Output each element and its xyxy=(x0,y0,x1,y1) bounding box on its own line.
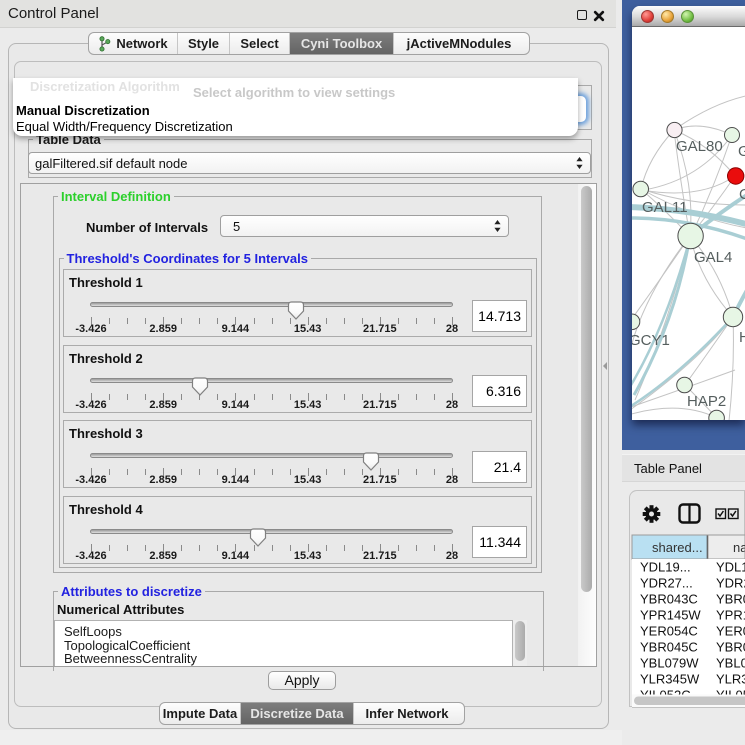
svg-text:YDL190C: YDL190C xyxy=(716,559,745,574)
svg-text:YDR27...: YDR27... xyxy=(640,575,693,590)
svg-text:YLR345W: YLR345W xyxy=(716,671,745,686)
svg-text:GAL80: GAL80 xyxy=(676,138,723,155)
svg-text:YDR277C: YDR277C xyxy=(716,575,745,590)
svg-text:YBR045C: YBR045C xyxy=(640,639,698,654)
svg-text:YER054C: YER054C xyxy=(640,623,698,638)
svg-text:YBL079W: YBL079W xyxy=(640,655,699,670)
svg-text:YBR045C: YBR045C xyxy=(716,639,745,654)
svg-text:GAL11: GAL11 xyxy=(642,199,688,216)
svg-text:YBL079W: YBL079W xyxy=(716,655,745,670)
svg-text:H: H xyxy=(739,329,745,346)
svg-text:YBR043C: YBR043C xyxy=(640,591,698,606)
svg-text:GA: GA xyxy=(738,143,745,160)
svg-text:YPR145W: YPR145W xyxy=(716,607,745,622)
svg-text:YLR345W: YLR345W xyxy=(640,671,700,686)
svg-text:YBR043C: YBR043C xyxy=(716,591,745,606)
svg-text:C: C xyxy=(739,186,745,203)
svg-text:shared...: shared... xyxy=(652,540,703,555)
svg-text:GCY1: GCY1 xyxy=(632,332,670,349)
svg-text:nam: nam xyxy=(733,540,745,555)
svg-text:YPR145W: YPR145W xyxy=(640,607,701,622)
svg-text:YER054C: YER054C xyxy=(716,623,745,638)
svg-text:YDL19...: YDL19... xyxy=(640,559,691,574)
svg-text:GAL4: GAL4 xyxy=(694,249,732,266)
svg-text:HAP2: HAP2 xyxy=(687,393,726,410)
